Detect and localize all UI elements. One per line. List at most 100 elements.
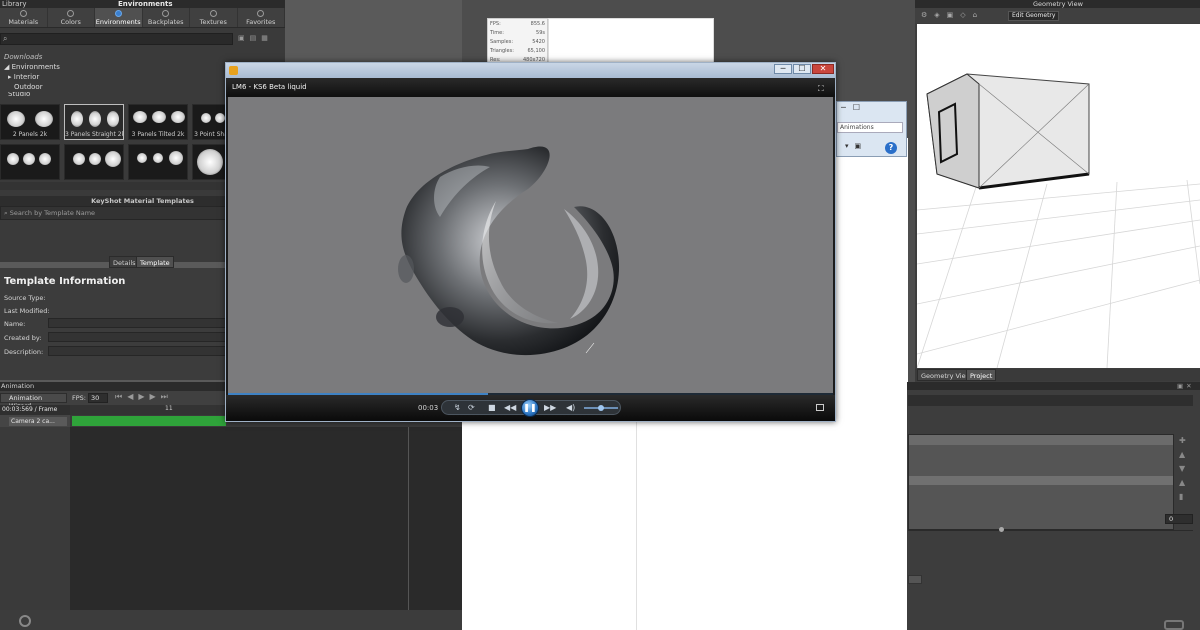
thumbnail-size-slider[interactable]: [0, 182, 230, 190]
project-value-input[interactable]: 0: [1165, 514, 1193, 524]
template-search-placeholder: Search by Template Name: [9, 209, 96, 217]
geometry-titlebar: Geometry View: [915, 0, 1200, 8]
library-section-title: Environments: [118, 0, 173, 8]
list-item[interactable]: [909, 476, 1173, 485]
stat-label: FPS:: [490, 21, 501, 27]
page-title: Template Information: [4, 276, 126, 287]
tab-details[interactable]: Details: [109, 256, 140, 268]
geometry-viewport[interactable]: [917, 24, 1200, 368]
tab-label: Environments: [95, 18, 141, 26]
close-button[interactable]: ✕: [812, 64, 834, 74]
window-controls[interactable]: ─☐: [841, 103, 867, 112]
video-frame[interactable]: [228, 97, 833, 393]
tab-textures[interactable]: Textures: [190, 8, 238, 27]
light-panel: [133, 111, 147, 123]
footer-icon[interactable]: [1164, 620, 1184, 630]
previous-icon[interactable]: ◀◀: [504, 403, 516, 412]
light-panel: [171, 111, 185, 123]
name-field[interactable]: [48, 318, 226, 328]
list-action-icons[interactable]: ✚ ▲ ▼ ▲ ▮: [1179, 434, 1186, 504]
panel-controls[interactable]: ▣✕: [1177, 382, 1195, 390]
light-panel: [7, 111, 25, 127]
thumbnail-label: 3 Panels Straight 2k: [65, 131, 123, 138]
list-header: [909, 435, 1173, 445]
animation-footer: [0, 610, 462, 630]
stat-label: Triangles:: [490, 48, 514, 54]
stop-icon[interactable]: ■: [488, 403, 496, 412]
tab-label: Favorites: [246, 18, 276, 26]
camera-track-row[interactable]: Camera 2 ca...: [0, 415, 70, 427]
document-preview: [548, 18, 714, 66]
thumbnail-3-panels-tilted[interactable]: 3 Panels Tilted 2k: [128, 104, 188, 140]
description-label: Description:: [4, 348, 44, 356]
thumbnail-item[interactable]: [64, 144, 124, 180]
media-player-icon: [229, 66, 238, 75]
light-panel: [201, 113, 211, 123]
playback-controls: 00:03 ↯ ⟳ ■ ◀◀ ❚❚ ▶▶ ◀): [226, 395, 835, 421]
switch-to-library-icon[interactable]: [816, 404, 824, 411]
thumbnail-item[interactable]: [0, 144, 60, 180]
tab-project[interactable]: Project: [966, 369, 997, 381]
tab-materials[interactable]: Materials: [0, 8, 48, 27]
stat-row: Triangles: 65,100: [490, 48, 547, 54]
tab-environments[interactable]: Environments: [95, 8, 143, 27]
volume-icon[interactable]: ◀): [566, 403, 575, 412]
help-icon[interactable]: ?: [885, 142, 897, 154]
light-panel: [107, 111, 119, 127]
library-search-input[interactable]: ⌕: [0, 33, 233, 45]
explorer-content: [836, 138, 908, 420]
video-title: LM6 - KS6 Beta liquid: [232, 83, 307, 91]
explorer-toolbar-icons[interactable]: ▾▣: [845, 142, 867, 150]
repeat-icon[interactable]: ⟳: [468, 403, 475, 412]
tree-item-downloads[interactable]: Downloads: [0, 52, 280, 62]
ruler-tick-label: 11: [165, 405, 173, 412]
expand-icon: ◢: [4, 63, 12, 71]
tab-template[interactable]: Template: [136, 256, 174, 268]
thumbnail-item[interactable]: [128, 144, 188, 180]
tab-colors[interactable]: Colors: [48, 8, 95, 27]
geometry-tool-icons[interactable]: ⚙◈▣◇⌂: [921, 11, 984, 19]
environment-thumbnails: 2 Panels 2k 3 Panels Straight 2k 3 Panel…: [0, 104, 230, 180]
timeline-area[interactable]: [70, 427, 462, 610]
favorites-icon: [257, 10, 265, 17]
light-panel: [169, 151, 183, 165]
template-information-panel: Template Information Source Type: Last M…: [0, 268, 226, 380]
tab-label: Colors: [60, 18, 81, 26]
next-icon[interactable]: ▶▶: [544, 403, 556, 412]
fullscreen-icon[interactable]: ⛶: [818, 84, 824, 94]
explorer-search-input[interactable]: Animations: [837, 122, 903, 133]
slider-knob[interactable]: [999, 527, 1004, 532]
project-small-button[interactable]: [908, 575, 922, 584]
volume-slider[interactable]: [584, 405, 618, 411]
description-field[interactable]: [48, 346, 226, 356]
box-front-face: [926, 73, 980, 189]
thumbnail-3-panels-straight[interactable]: 3 Panels Straight 2k: [64, 104, 124, 140]
animation-wizard-button[interactable]: Animation Wizard: [0, 393, 67, 410]
name-label: Name:: [4, 320, 26, 328]
created-by-field[interactable]: [48, 332, 226, 342]
library-tool-icons[interactable]: ▣▤▦: [238, 34, 273, 42]
tab-backplates[interactable]: Backplates: [143, 8, 190, 27]
thumbnail-2-panels[interactable]: 2 Panels 2k: [0, 104, 60, 140]
project-slider[interactable]: [908, 530, 1193, 531]
minimize-button[interactable]: ─: [774, 64, 792, 74]
tab-favorites[interactable]: Favorites: [238, 8, 285, 27]
transport-controls[interactable]: ⏮◀▶▶⏭: [115, 392, 173, 402]
maximize-button[interactable]: ☐: [793, 64, 811, 74]
light-panel: [137, 153, 147, 163]
stat-row: Samples: 5420: [490, 39, 547, 45]
camera-track-label[interactable]: Camera 2 ca...: [9, 417, 67, 426]
fps-input[interactable]: 30: [88, 393, 108, 403]
geometry-toolbar: ⚙◈▣◇⌂ Edit Geometry: [915, 8, 1200, 23]
tree-item-label: Interior: [13, 73, 40, 81]
shuffle-icon[interactable]: ↯: [454, 403, 461, 412]
geometry-tabs: Geometry View Project: [915, 369, 1200, 381]
gear-icon[interactable]: [19, 615, 31, 627]
elapsed-time: 00:03: [418, 404, 439, 412]
light-panel: [35, 111, 53, 127]
camera-track-bar[interactable]: [72, 416, 226, 426]
volume-slider-knob[interactable]: [598, 405, 604, 411]
edit-geometry-button[interactable]: Edit Geometry: [1008, 11, 1060, 21]
pause-button[interactable]: ❚❚: [521, 399, 539, 417]
project-list[interactable]: [908, 434, 1174, 530]
